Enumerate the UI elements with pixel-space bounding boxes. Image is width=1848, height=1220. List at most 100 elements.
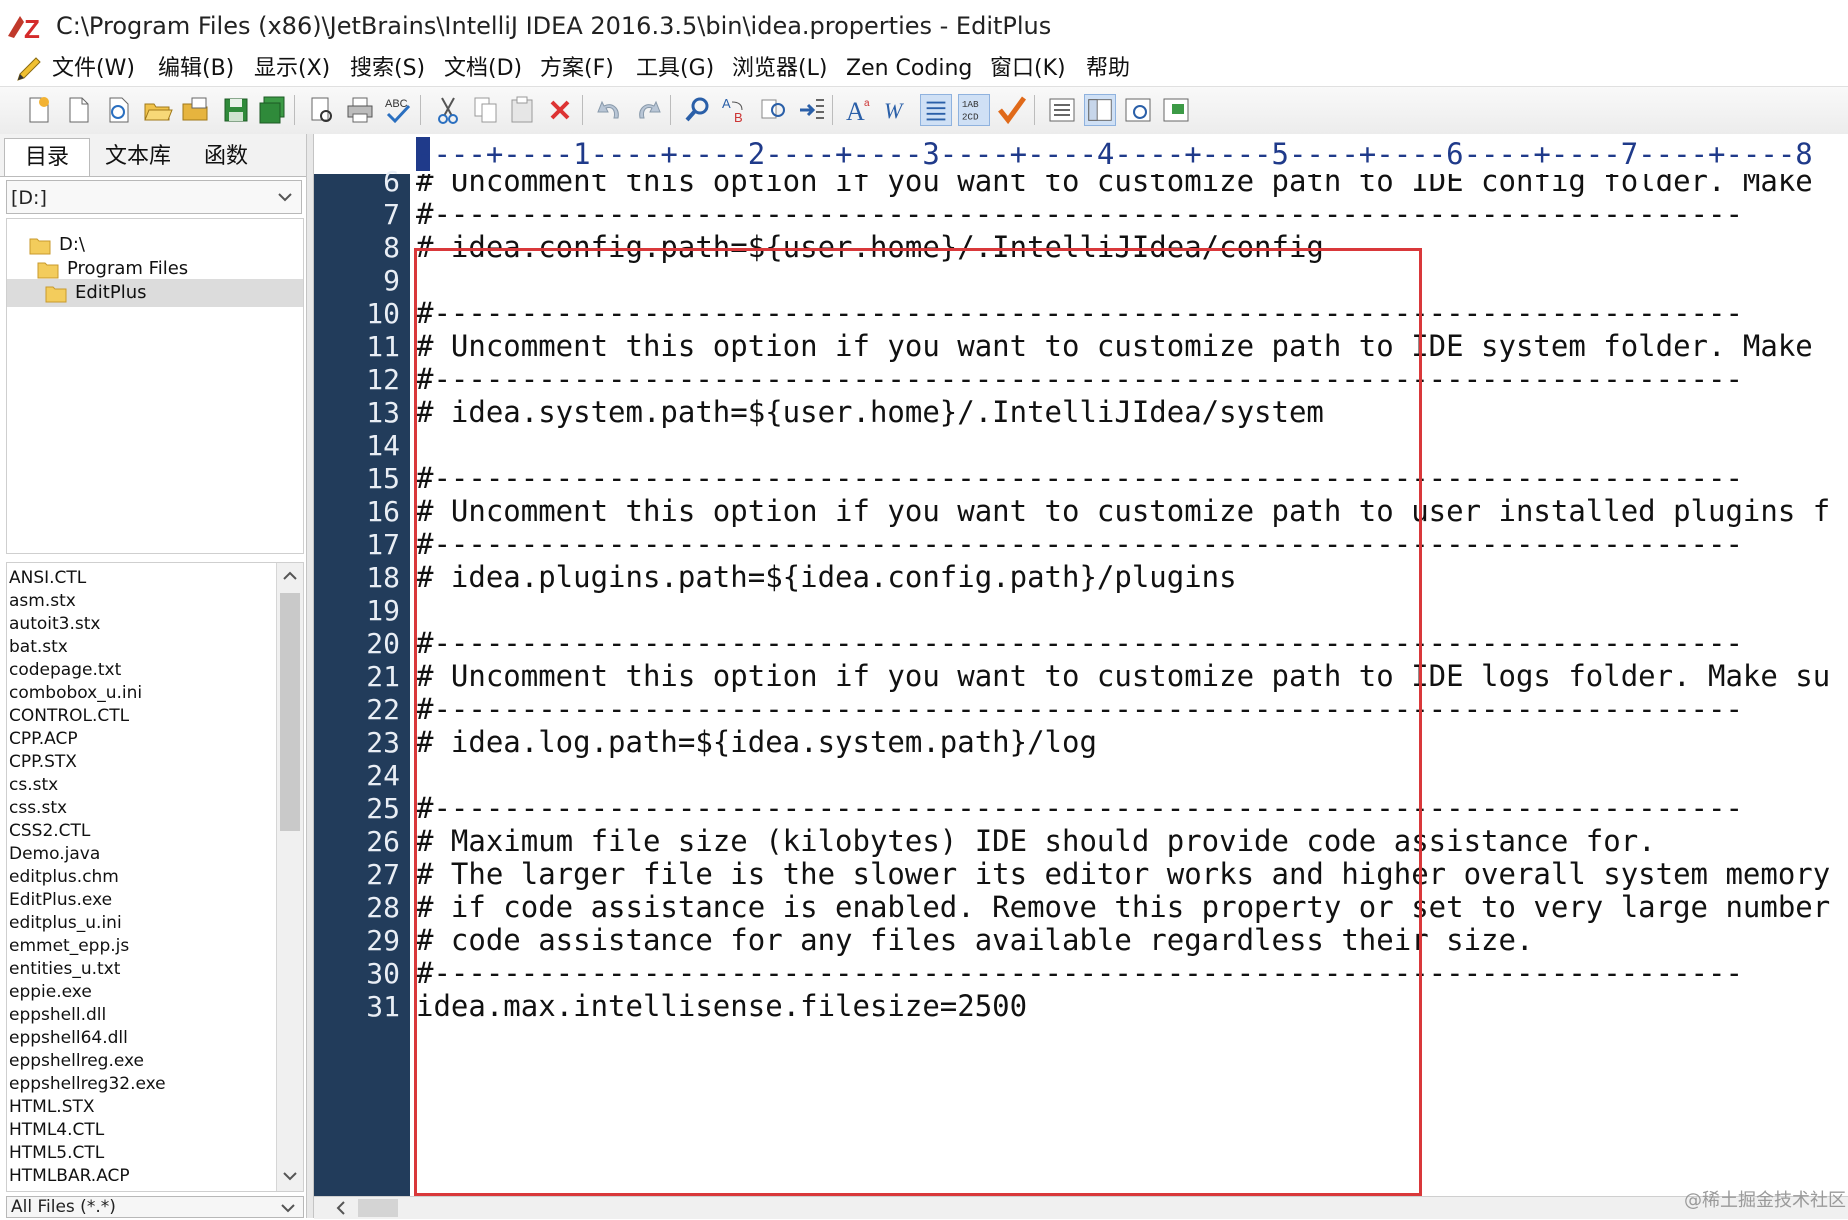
file-list-item[interactable]: css.stx bbox=[9, 797, 67, 820]
code-line[interactable]: # idea.log.path=${idea.system.path}/log bbox=[416, 723, 1097, 762]
undo-icon[interactable] bbox=[594, 94, 626, 126]
file-list-item[interactable]: HTML.STX bbox=[9, 1096, 95, 1119]
directory-tree: D:\ Program Files EditPlus bbox=[6, 218, 304, 554]
menu-edit[interactable]: 编辑(B) bbox=[158, 52, 234, 86]
save-icon[interactable] bbox=[220, 94, 252, 126]
file-list-item[interactable]: bat.stx bbox=[9, 636, 68, 659]
goto-line-icon[interactable] bbox=[796, 94, 828, 126]
cliptext-window-icon[interactable] bbox=[1084, 94, 1116, 126]
left-panel-tabs: 目录 文本库 函数 bbox=[0, 134, 308, 177]
replace-icon[interactable]: AB bbox=[720, 94, 752, 126]
menu-browser[interactable]: 浏览器(L) bbox=[732, 52, 827, 86]
code-line[interactable]: # idea.plugins.path=${idea.config.path}/… bbox=[416, 558, 1237, 597]
tree-item-editplus[interactable]: EditPlus bbox=[7, 279, 303, 307]
directory-window-icon[interactable] bbox=[1046, 94, 1078, 126]
line-number: 31 bbox=[366, 990, 400, 1023]
file-list-item[interactable]: autoit3.stx bbox=[9, 613, 100, 636]
code-editor[interactable]: # Uncomment this option if you want to c… bbox=[410, 174, 1848, 1196]
menu-help[interactable]: 帮助 bbox=[1086, 52, 1130, 86]
find-in-files-icon[interactable] bbox=[758, 94, 790, 126]
code-line[interactable]: # idea.system.path=${user.home}/.Intelli… bbox=[416, 393, 1324, 432]
menu-window[interactable]: 窗口(K) bbox=[990, 52, 1066, 86]
line-number-icon[interactable] bbox=[920, 94, 952, 126]
spell-check-icon[interactable]: ABC bbox=[382, 94, 414, 126]
open-folder-icon[interactable] bbox=[142, 94, 174, 126]
paste-icon[interactable] bbox=[506, 94, 538, 126]
output-window-icon[interactable] bbox=[1122, 94, 1154, 126]
find-icon[interactable] bbox=[682, 94, 714, 126]
word-wrap-icon[interactable]: W bbox=[882, 94, 914, 126]
svg-text:W: W bbox=[884, 98, 904, 123]
tree-item-label: EditPlus bbox=[75, 282, 147, 303]
svg-text:A: A bbox=[846, 97, 865, 126]
print-preview-icon[interactable] bbox=[306, 94, 338, 126]
file-list-item[interactable]: eppshell.dll bbox=[9, 1004, 106, 1027]
file-list-item[interactable]: emmet_epp.js bbox=[9, 935, 129, 958]
font-icon[interactable]: Aa bbox=[844, 94, 876, 126]
fullscreen-icon[interactable] bbox=[1160, 94, 1192, 126]
file-list-scrollbar[interactable] bbox=[276, 563, 303, 1191]
toolbar: ABC AB Aa W 1AB 2CD bbox=[0, 86, 1848, 136]
check-icon[interactable] bbox=[996, 94, 1028, 126]
file-list-item[interactable]: eppshellreg32.exe bbox=[9, 1073, 166, 1096]
copy-icon[interactable] bbox=[470, 94, 502, 126]
redo-icon[interactable] bbox=[632, 94, 664, 126]
menu-project[interactable]: 方案(F) bbox=[540, 52, 614, 86]
file-list-item[interactable]: HTMLBAR.ACP bbox=[9, 1165, 130, 1188]
new-browser-icon[interactable] bbox=[102, 94, 134, 126]
drive-select-value: [D:] bbox=[11, 187, 47, 209]
menu-file[interactable]: 文件(W) bbox=[52, 52, 135, 86]
file-list-item[interactable]: asm.stx bbox=[9, 590, 76, 613]
file-list-item[interactable]: editplus.chm bbox=[9, 866, 119, 889]
file-list-item[interactable]: editplus_u.ini bbox=[9, 912, 122, 935]
chevron-left-icon[interactable] bbox=[332, 1199, 350, 1217]
tab-functions[interactable]: 函数 bbox=[186, 138, 266, 176]
file-list-item[interactable]: CONTROL.CTL bbox=[9, 705, 129, 728]
menu-document[interactable]: 文档(D) bbox=[444, 52, 522, 86]
chevron-up-icon[interactable] bbox=[281, 567, 299, 585]
scrollbar-thumb[interactable] bbox=[280, 593, 300, 831]
new-html-icon[interactable] bbox=[22, 94, 54, 126]
file-list-item[interactable]: combobox_u.ini bbox=[9, 682, 142, 705]
folder-open-icon bbox=[45, 286, 67, 303]
file-list-item[interactable]: eppie.exe bbox=[9, 981, 92, 1004]
open-remote-icon[interactable] bbox=[180, 94, 212, 126]
save-all-icon[interactable] bbox=[256, 94, 288, 126]
file-filter-select[interactable]: All Files (*.*) bbox=[6, 1196, 304, 1218]
panel-splitter[interactable] bbox=[306, 134, 314, 1218]
file-list-item[interactable]: HTML4.CTL bbox=[9, 1119, 104, 1142]
file-list-item[interactable]: CPP.STX bbox=[9, 751, 77, 774]
toolbar-separator bbox=[420, 95, 421, 125]
new-file-icon[interactable] bbox=[62, 94, 94, 126]
tab-cliptext[interactable]: 文本库 bbox=[92, 138, 184, 176]
code-line[interactable]: # idea.config.path=${user.home}/.Intelli… bbox=[416, 228, 1324, 267]
svg-text:B: B bbox=[734, 110, 743, 125]
code-line[interactable]: idea.max.intellisense.filesize=2500 bbox=[416, 987, 1027, 1026]
delete-icon[interactable] bbox=[544, 94, 576, 126]
drive-select[interactable]: [D:] bbox=[6, 180, 302, 214]
file-list-item[interactable]: cs.stx bbox=[9, 774, 58, 797]
print-icon[interactable] bbox=[344, 94, 376, 126]
chevron-down-icon bbox=[281, 1204, 295, 1213]
file-list-item[interactable]: CSS2.CTL bbox=[9, 820, 90, 843]
cut-icon[interactable] bbox=[432, 94, 464, 126]
file-list-item[interactable]: eppshell64.dll bbox=[9, 1027, 128, 1050]
column-marker-icon[interactable]: 1AB2CD bbox=[958, 94, 990, 126]
scrollbar-thumb[interactable] bbox=[358, 1199, 398, 1217]
menu-search[interactable]: 搜索(S) bbox=[350, 52, 425, 86]
file-list-item[interactable]: HTML5.CTL bbox=[9, 1142, 104, 1165]
file-list-item[interactable]: eppshellreg.exe bbox=[9, 1050, 144, 1073]
menu-view[interactable]: 显示(X) bbox=[254, 52, 330, 86]
chevron-down-icon[interactable] bbox=[281, 1167, 299, 1185]
file-list-item[interactable]: ANSI.CTL bbox=[9, 567, 86, 590]
tab-directory[interactable]: 目录 bbox=[4, 138, 90, 176]
file-list-item[interactable]: codepage.txt bbox=[9, 659, 121, 682]
file-list-item[interactable]: EditPlus.exe bbox=[9, 889, 112, 912]
file-list-item[interactable]: entities_u.txt bbox=[9, 958, 120, 981]
file-list-item[interactable]: Demo.java bbox=[9, 843, 100, 866]
menu-zen-coding[interactable]: Zen Coding bbox=[846, 52, 972, 86]
menu-tools[interactable]: 工具(G) bbox=[636, 52, 714, 86]
file-list-item[interactable]: CPP.ACP bbox=[9, 728, 78, 751]
svg-text:ABC: ABC bbox=[385, 98, 408, 110]
editor-horizontal-scrollbar[interactable] bbox=[314, 1196, 1848, 1219]
